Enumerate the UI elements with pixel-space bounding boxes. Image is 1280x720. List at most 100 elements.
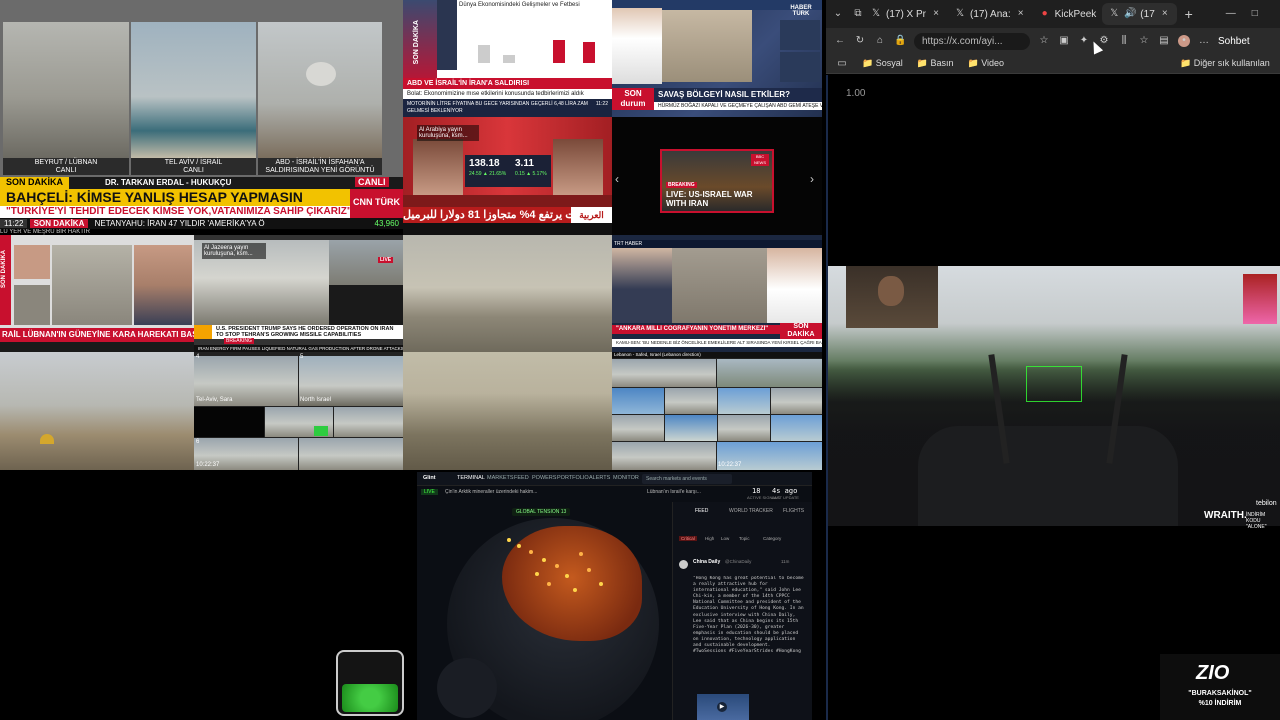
son-durum-badge: SON durum xyxy=(612,88,654,110)
isfahan-cam xyxy=(258,22,382,158)
source-tag: Al Arabiya yayın kuruluşuna, ksm... xyxy=(417,125,479,141)
trt-ticker: KAMU-SEN: 'BU NEDENLE BİZ ÖNCELİKLE EMEK… xyxy=(612,339,822,347)
glint-search[interactable]: Search markets and events xyxy=(642,474,732,484)
collections-icon[interactable]: ▤ xyxy=(1158,35,1170,47)
beirut-cam xyxy=(3,22,129,158)
extension-icon-2[interactable]: ✦ xyxy=(1078,35,1090,47)
ticker-val-1b: 24.59 ▲ 21.65% xyxy=(469,171,507,177)
side-badge-2: SON DAKİKA xyxy=(1,250,7,289)
filter-row: Critical High Low Topic Category xyxy=(677,534,809,544)
copilot-button[interactable]: Sohbet xyxy=(1218,36,1250,47)
cnn-subline: "TÜRKİYE'Yİ TEHDİT EDECEK KİMSE YOK,VATA… xyxy=(0,206,350,218)
feed-tabs: FEED WORLD TRACKER FLIGHTS xyxy=(677,506,809,516)
favorites-bar: ▭ 📁 Sosyal 📁 Basın 📁 Video 📁 Diğer sık k… xyxy=(826,54,1280,74)
menu-terminal[interactable]: TERMINAL xyxy=(457,475,485,481)
fav-folder-basin[interactable]: 📁 Basın xyxy=(917,58,954,69)
cnn-headline: BAHÇELİ: KİMSE YANLIŞ HESAP YAPMASIN xyxy=(0,189,350,206)
x-icon: 𝕏 xyxy=(1110,8,1119,19)
profile-avatar[interactable]: • xyxy=(1178,35,1190,47)
play-icon: ▶ xyxy=(717,702,727,712)
address-bar[interactable]: https://x.com/ayi... xyxy=(914,32,1030,50)
more-icon[interactable]: … xyxy=(1198,35,1210,47)
filter-low[interactable]: Low xyxy=(721,536,729,541)
canli-badge: CANLI xyxy=(355,177,389,187)
promo-code: "BURAKSAKİNOL" xyxy=(1188,690,1252,697)
favorites-icon[interactable]: ☆ xyxy=(1138,35,1150,47)
tab-x-active[interactable]: 𝕏 🔊 (17 × xyxy=(1102,3,1177,25)
tab-x-2[interactable]: 𝕏 (17) Ana: × xyxy=(948,3,1033,25)
multicam-grid-2: Lebanon - Safed, Israel (Lebanon directi… xyxy=(612,352,822,470)
home-icon[interactable]: ⌂ xyxy=(874,35,886,47)
promo-discount: %10 İNDİRİM xyxy=(1198,700,1242,707)
last-update: 4s ago xyxy=(772,487,798,495)
speaker-icon[interactable]: 🔊 xyxy=(1124,8,1136,20)
glint-logo: Glint xyxy=(423,475,436,481)
reading-icon[interactable]: ▭ xyxy=(836,58,848,70)
close-icon[interactable]: × xyxy=(930,8,942,20)
filter-high[interactable]: High xyxy=(705,536,714,541)
avatar xyxy=(679,560,688,569)
back-icon[interactable]: ← xyxy=(834,35,846,47)
new-tab-button[interactable]: + xyxy=(1183,7,1195,21)
feed-panel: FEED WORLD TRACKER FLIGHTS Critical High… xyxy=(672,502,812,720)
ticker-text: Çin'in Arktik mineraller üzerindeki haki… xyxy=(445,489,538,495)
menu-feed[interactable]: FEED xyxy=(514,475,529,481)
econ-sub: Bolat: Ekonomimizine mıse etkilerini kon… xyxy=(403,89,612,99)
tab-x-1[interactable]: 𝕏 (17) X Pr × xyxy=(864,3,948,25)
zio-logo: ZIO xyxy=(1196,662,1230,684)
close-icon[interactable]: × xyxy=(1015,8,1027,20)
tab-world-tracker[interactable]: WORLD TRACKER xyxy=(729,508,773,514)
filter-category[interactable]: Category xyxy=(763,536,781,541)
bbc-logo: BBC NEWS xyxy=(751,154,769,166)
post-author[interactable]: China Daily xyxy=(693,559,720,565)
split-screen-icon[interactable]: ⫼ xyxy=(1118,35,1130,47)
refresh-icon[interactable]: ↻ xyxy=(854,35,866,47)
tab-flights[interactable]: FLIGHTS xyxy=(783,508,804,514)
kick-icon: ● xyxy=(1041,8,1048,19)
active-counter: 18 xyxy=(752,487,761,495)
menu-powers[interactable]: POWERS xyxy=(532,475,556,481)
econ-title: Dünya Ekonomisindeki Gelişmeler ve Fetbe… xyxy=(459,2,580,8)
filter-topic[interactable]: Topic xyxy=(739,536,750,541)
trt-logo: TRT HABER xyxy=(614,241,643,247)
breaking-tag: BREAKING xyxy=(666,182,697,188)
cnn-ticker: 11:22 SON DAKİKA NETANYAHU: İRAN 47 YILD… xyxy=(0,218,403,229)
haberturk-band: SAVAŞ BÖLGEYİ NASIL ETKİLER? xyxy=(654,88,822,102)
carousel-next[interactable]: › xyxy=(810,172,814,186)
fav-folder-video[interactable]: 📁 Video xyxy=(967,58,1004,69)
minimize-icon[interactable]: — xyxy=(1225,8,1237,20)
ticker-val-1: 138.18 xyxy=(469,158,500,169)
side-badge: SON DAKİKA xyxy=(413,20,420,65)
cnn-topbar: SON DAKİKA DR. TARKAN ERDAL - HUKUKÇU CA… xyxy=(0,177,403,189)
carousel-prev[interactable]: ‹ xyxy=(615,172,619,186)
extension-icon[interactable]: ▣ xyxy=(1058,35,1070,47)
ad-banner xyxy=(1243,274,1277,324)
fav-folder-sosyal[interactable]: 📁 Sosyal xyxy=(862,58,903,69)
trt-sondakika: SON DAKİKA xyxy=(780,323,822,339)
econ-band: ABD VE İSRAİL'İN İRAN'A SALDIRISI xyxy=(403,78,612,89)
trt-band: "ANKARA MİLLİ COĞRAFYANIN YÖNETİM MERKEZ… xyxy=(612,325,780,334)
sponsor-partial: tebilon xyxy=(1256,500,1277,507)
post-video-thumb[interactable]: ▶ xyxy=(697,694,749,720)
menu-monitor[interactable]: MONITOR xyxy=(613,475,639,481)
tab-kickpeek[interactable]: ● KickPeek xyxy=(1033,3,1103,25)
bbc-card[interactable]: BBC NEWS BREAKING LIVE: US-ISRAEL WAR WI… xyxy=(660,149,774,213)
tab-feed[interactable]: FEED xyxy=(695,508,708,514)
city-cam-2 xyxy=(403,352,612,470)
filter-critical[interactable]: Critical xyxy=(679,536,697,541)
globe[interactable] xyxy=(437,518,659,720)
tab-menu-icon[interactable]: ⌄ xyxy=(832,8,844,20)
menu-markets[interactable]: MARKETS xyxy=(487,475,514,481)
workspaces-icon[interactable]: ⧉ xyxy=(852,8,864,20)
zoom-readout: 1.00 xyxy=(846,88,866,99)
label-telaviv: TEL AVİV / İSRAİL CANLI xyxy=(131,158,256,175)
menu-portfolio[interactable]: PORTFOLIO xyxy=(557,475,589,481)
global-tension: GLOBAL TENSION 13 xyxy=(512,508,571,516)
menu-alerts[interactable]: ALERTS xyxy=(589,475,610,481)
cam-label-telaviv: Tel-Aviv, Sara xyxy=(196,397,233,403)
close-icon[interactable]: × xyxy=(1159,8,1171,20)
fav-other[interactable]: 📁 Diğer sık kullanılan xyxy=(1180,58,1270,69)
star-icon[interactable]: ☆ xyxy=(1038,35,1050,47)
glint-topbar: Glint TERMINAL MARKETS FEED POWERS PORTF… xyxy=(417,472,812,486)
maximize-icon[interactable]: □ xyxy=(1249,8,1261,20)
